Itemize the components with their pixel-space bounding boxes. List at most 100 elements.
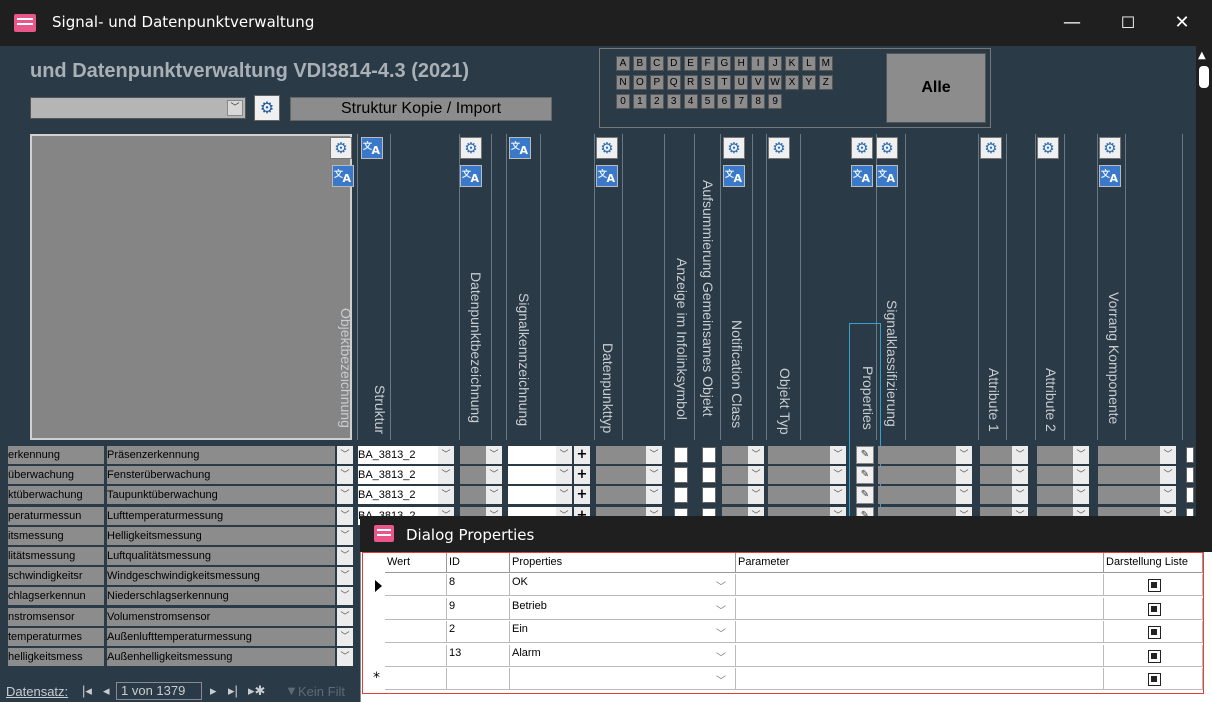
letter-key[interactable]: 2 — [649, 94, 664, 109]
gear-icon[interactable]: ⚙ — [1099, 137, 1121, 159]
gear-icon[interactable]: ⚙ — [330, 137, 352, 159]
darstellung-checkbox[interactable] — [1148, 579, 1161, 592]
chevron-down-icon[interactable]: ﹀ — [556, 466, 572, 485]
objekt-typ-cell[interactable] — [768, 446, 830, 464]
table-row[interactable]: ktüberwachung Taupunktüberwachung ﹀ BA_3813… — [0, 485, 1196, 505]
wert-cell[interactable] — [385, 621, 447, 643]
anzeige-checkbox[interactable] — [674, 467, 688, 484]
objekt-short[interactable]: peraturmessun — [8, 506, 104, 525]
wert-cell[interactable] — [385, 644, 447, 667]
objektbezeichnung-cell[interactable]: Außenhelligkeitsmessung — [107, 648, 335, 666]
pencil-icon[interactable]: ✎ — [856, 466, 874, 485]
translate-icon[interactable]: A — [460, 162, 482, 188]
translate-icon[interactable]: A — [361, 134, 383, 160]
chevron-down-icon[interactable]: ﹀ — [956, 486, 972, 505]
id-cell[interactable]: 2 — [447, 621, 510, 643]
maximize-button[interactable]: ☐ — [1106, 8, 1150, 38]
objektbezeichnung-cell[interactable]: Außenlufttemperaturmessung — [107, 627, 335, 646]
translate-icon[interactable]: A — [723, 162, 745, 188]
chevron-down-icon[interactable]: ﹀ — [337, 486, 353, 505]
wert-cell[interactable] — [385, 574, 447, 596]
letter-key[interactable]: A — [616, 56, 630, 71]
chevron-down-icon[interactable]: ﹀ — [337, 526, 353, 545]
chevron-down-icon[interactable]: ﹀ — [337, 506, 353, 525]
gear-icon[interactable]: ⚙ — [460, 137, 482, 159]
letter-key[interactable]: M — [818, 56, 833, 71]
filter-icon[interactable]: ▼ — [285, 683, 298, 698]
letter-key[interactable]: D — [666, 56, 681, 71]
letter-key[interactable]: F — [700, 56, 715, 71]
chevron-down-icon[interactable]: ﹀ — [956, 446, 972, 464]
chevron-down-icon[interactable]: ﹀ — [438, 446, 454, 464]
objektbezeichnung-cell[interactable]: Volumenstromsensor — [107, 607, 335, 626]
add-icon[interactable]: + — [574, 466, 590, 485]
objektbezeichnung-cell[interactable]: Lufttemperaturmessung — [107, 506, 335, 525]
dp-typ-cell[interactable] — [596, 466, 646, 485]
vorrang-cell[interactable] — [1098, 446, 1160, 464]
chevron-down-icon[interactable]: ﹀ — [337, 587, 353, 606]
letter-key[interactable]: N — [616, 75, 630, 90]
chevron-down-icon[interactable]: ﹀ — [556, 486, 572, 505]
add-icon[interactable]: + — [574, 446, 590, 464]
aufsummierung-checkbox[interactable] — [702, 487, 716, 504]
chevron-down-icon[interactable]: ﹀ — [1160, 486, 1176, 505]
struktur-cell[interactable]: BA_3813_2 — [358, 466, 438, 485]
signal-kenn-cell[interactable] — [508, 486, 556, 505]
letter-key[interactable]: K — [785, 56, 799, 71]
chevron-down-icon[interactable]: ﹀ — [227, 100, 243, 116]
chevron-down-icon[interactable]: ﹀ — [646, 446, 662, 464]
objekt-short[interactable]: itsmessung — [8, 526, 104, 545]
gear-icon[interactable]: ⚙ — [876, 137, 898, 159]
aufsummierung-checkbox[interactable] — [702, 467, 716, 484]
alle-button[interactable]: Alle — [886, 53, 986, 123]
last-record-button[interactable]: ▸| — [228, 683, 238, 699]
chevron-down-icon[interactable]: ﹀ — [1012, 466, 1028, 485]
first-record-button[interactable]: |◂ — [82, 683, 92, 699]
chevron-down-icon[interactable]: ﹀ — [486, 466, 502, 485]
gear-icon[interactable]: ⚙ — [596, 137, 618, 159]
gear-icon[interactable]: ⚙ — [254, 95, 280, 121]
chevron-down-icon[interactable]: ﹀ — [1073, 466, 1089, 485]
chevron-down-icon[interactable]: ﹀ — [1073, 446, 1089, 464]
letter-key[interactable]: J — [768, 56, 783, 71]
add-icon[interactable]: + — [574, 486, 590, 505]
signal-kenn-cell[interactable] — [508, 446, 556, 464]
letter-key[interactable]: O — [632, 75, 647, 90]
chevron-down-icon[interactable]: ﹀ — [1012, 446, 1028, 464]
chevron-down-icon[interactable]: ﹀ — [486, 446, 502, 464]
chevron-down-icon[interactable]: ﹀ — [830, 446, 846, 464]
chevron-down-icon[interactable]: ﹀ — [337, 547, 353, 565]
attr2-cell[interactable] — [1037, 466, 1073, 485]
table-row[interactable]: überwachung Fensterüberwachung ﹀ BA_3813_2 ﹀… — [0, 465, 1196, 485]
record-number-field[interactable]: 1 von 1379 — [116, 682, 202, 700]
objekt-typ-cell[interactable] — [768, 486, 830, 505]
properties-cell[interactable]: OK — [510, 574, 736, 596]
attr1-cell[interactable] — [980, 466, 1012, 485]
signalklass-cell[interactable] — [878, 446, 956, 464]
objektbezeichnung-cell[interactable]: Präsenzerkennung — [107, 446, 335, 464]
struktur-kopie-import-button[interactable]: Struktur Kopie / Import — [290, 97, 552, 121]
dp-bez-cell[interactable] — [460, 446, 486, 464]
table-row[interactable]: erkennung Präsenzerkennung ﹀ BA_3813_2 ﹀ ﹀ ﹀ + ﹀… — [0, 445, 1196, 465]
objekt-typ-cell[interactable] — [768, 466, 830, 485]
letter-key[interactable]: G — [717, 56, 732, 71]
dp-bez-cell[interactable] — [460, 486, 486, 505]
letter-key[interactable]: 8 — [751, 94, 766, 109]
id-cell[interactable]: 13 — [447, 644, 510, 667]
darstellung-checkbox[interactable] — [1148, 673, 1161, 686]
objektbezeichnung-cell[interactable]: Windgeschwindigkeitsmessung — [107, 567, 335, 586]
gear-icon[interactable]: ⚙ — [980, 137, 1002, 159]
translate-icon[interactable]: A — [876, 162, 898, 188]
notification-cell[interactable] — [722, 446, 748, 464]
objekt-short[interactable]: überwachung — [8, 466, 104, 485]
parameter-cell[interactable] — [736, 621, 1104, 643]
attr2-cell[interactable] — [1037, 486, 1073, 505]
letter-key[interactable]: W — [768, 75, 783, 90]
chevron-down-icon[interactable]: ﹀ — [337, 627, 353, 646]
scroll-up-icon[interactable]: ▲ — [1198, 50, 1206, 61]
letter-key[interactable]: 6 — [717, 94, 732, 109]
letter-key[interactable]: R — [683, 75, 698, 90]
close-button[interactable]: ✕ — [1160, 8, 1204, 38]
letter-key[interactable]: 9 — [768, 94, 783, 109]
letter-key[interactable]: 4 — [683, 94, 698, 109]
